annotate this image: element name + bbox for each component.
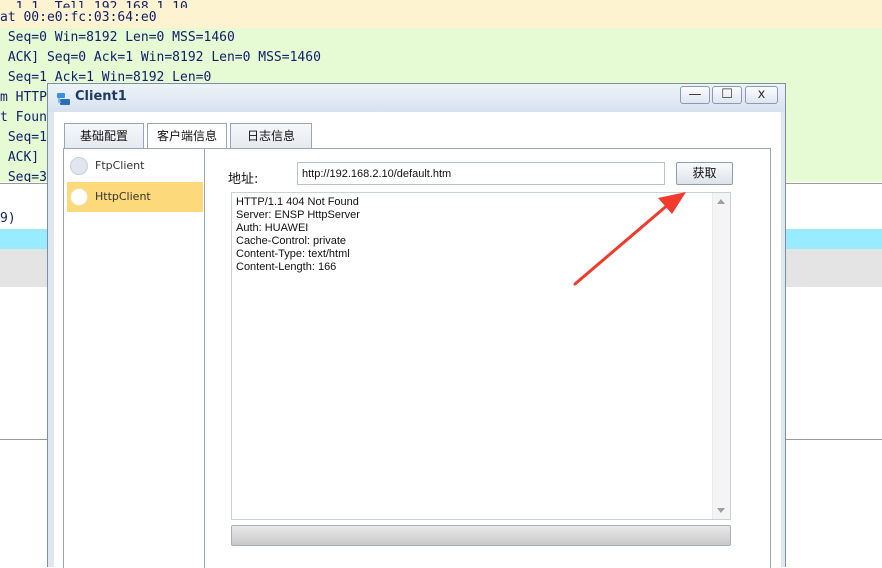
close-button[interactable]: x	[745, 86, 778, 104]
tab-log-info[interactable]: 日志信息	[230, 123, 312, 148]
client-type-list: FtpClient HttpClient	[64, 149, 205, 568]
list-item-ftpclient[interactable]: FtpClient	[67, 151, 203, 181]
packet-row: at 00:e0:fc:03:64:e0	[0, 8, 882, 28]
list-item-label: HttpClient	[95, 190, 151, 203]
address-input[interactable]	[297, 162, 665, 185]
circle-icon	[70, 157, 88, 175]
scroll-up-icon[interactable]	[717, 199, 725, 204]
minimize-button[interactable]: —	[680, 86, 710, 104]
response-line: Content-Length: 166	[236, 261, 337, 273]
vertical-scrollbar[interactable]	[712, 193, 730, 519]
address-label: 地址:	[228, 172, 259, 187]
response-line: Auth: HUAWEI	[236, 222, 309, 234]
maximize-button[interactable]: ☐	[712, 86, 742, 104]
response-line: HTTP/1.1 404 Not Found	[236, 196, 359, 208]
packet-row: Seq=0 Win=8192 Len=0 MSS=1460	[0, 28, 882, 48]
response-line: Server: ENSP HttpServer	[236, 209, 360, 221]
fetch-button[interactable]: 获取	[676, 162, 733, 185]
response-line: Content-Type: text/html	[236, 248, 350, 260]
client1-window: Client1 — ☐ x 基础配置 客户端信息 日志信息 FtpClient …	[47, 83, 786, 568]
client-app-icon	[57, 93, 70, 105]
title-bar[interactable]: Client1 — ☐ x	[48, 84, 785, 112]
tab-client-info[interactable]: 客户端信息	[147, 123, 227, 149]
client-info-panel: FtpClient HttpClient 地址: 获取 HTTP/1.1 404…	[63, 148, 771, 568]
progress-bar	[231, 525, 731, 546]
response-textarea[interactable]: HTTP/1.1 404 Not Found Server: ENSP Http…	[231, 192, 731, 520]
packet-row: ACK] Seq=0 Ack=1 Win=8192 Len=0 MSS=1460	[0, 48, 882, 68]
response-line: Cache-Control: private	[236, 235, 347, 247]
tab-basic-config[interactable]: 基础配置	[64, 123, 144, 148]
window-title: Client1	[75, 89, 127, 104]
scroll-down-icon[interactable]	[717, 508, 725, 513]
list-item-httpclient[interactable]: HttpClient	[67, 182, 203, 212]
circle-icon	[70, 188, 88, 206]
list-item-label: FtpClient	[95, 159, 145, 172]
window-client-area: 基础配置 客户端信息 日志信息 FtpClient HttpClient 地址:…	[54, 112, 781, 568]
response-content: HTTP/1.1 404 Not Found Server: ENSP Http…	[236, 196, 706, 274]
